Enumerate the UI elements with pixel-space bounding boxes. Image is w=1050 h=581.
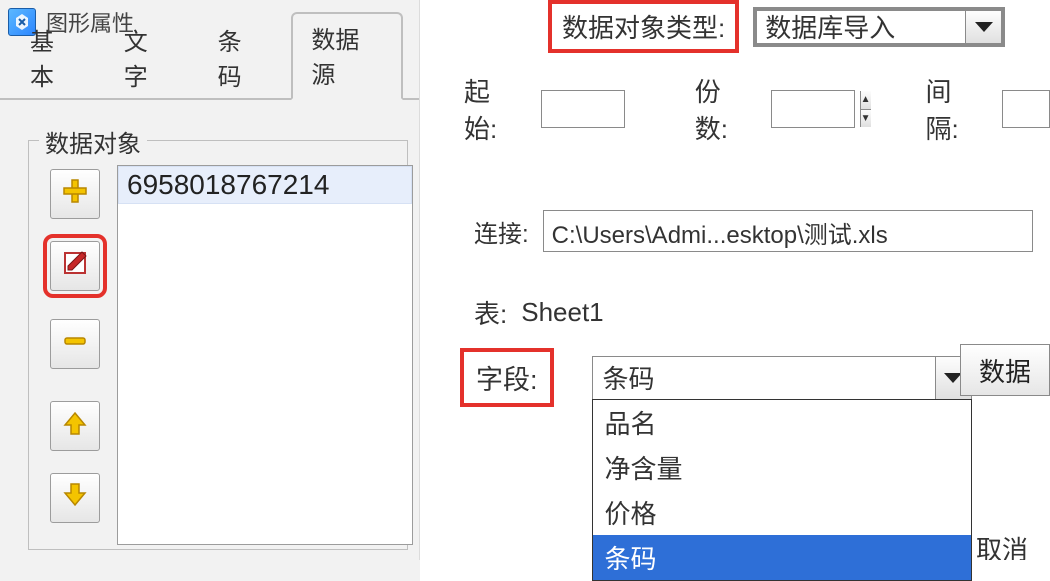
sheet-row: 表: Sheet1 xyxy=(474,294,604,331)
field-select[interactable]: 条码 品名净含量价格条码 xyxy=(592,356,972,400)
copies-spinner[interactable]: ▲ ▼ xyxy=(771,90,855,128)
tab-3[interactable]: 数据源 xyxy=(291,12,403,100)
interval-label: 间隔: xyxy=(925,72,982,146)
sheet-label: 表: xyxy=(474,294,507,331)
edit-button[interactable] xyxy=(50,241,100,291)
up-icon xyxy=(60,408,90,444)
data-object-group-title: 数据对象 xyxy=(39,124,147,159)
dropdown-toggle[interactable] xyxy=(965,11,1001,43)
tabs: 基本文字条码数据源 xyxy=(0,52,419,100)
down-button[interactable] xyxy=(50,473,100,523)
data-object-buttons xyxy=(43,169,107,523)
field-value: 条码 xyxy=(593,359,935,396)
chevron-down-icon xyxy=(975,22,993,32)
field-option[interactable]: 价格 xyxy=(593,490,971,535)
field-option[interactable]: 条码 xyxy=(593,535,971,580)
tab-0[interactable]: 基本 xyxy=(10,14,98,100)
remove-icon xyxy=(60,326,90,362)
data-object-group: 数据对象 6958018767214 xyxy=(28,140,408,550)
interval-input[interactable] xyxy=(1002,90,1050,128)
list-item[interactable]: 6958018767214 xyxy=(118,166,412,204)
connection-path[interactable]: C:\Users\Admi...esktop\测试.xls xyxy=(543,210,1033,252)
left-panel: 图形属性 基本文字条码数据源 数据对象 6958018767214 xyxy=(0,0,420,560)
data-type-value: 数据库导入 xyxy=(757,8,965,45)
numbers-row: 起始: ▲ ▼ 份数: ▲ ▼ 间隔: xyxy=(464,72,1050,146)
field-row: 字段: 条码 品名净含量价格条码 xyxy=(460,348,972,407)
data-type-label: 数据对象类型: xyxy=(548,0,739,53)
data-type-row: 数据对象类型: 数据库导入 xyxy=(548,0,1005,53)
field-option[interactable]: 品名 xyxy=(593,400,971,445)
field-option[interactable]: 净含量 xyxy=(593,445,971,490)
up-button[interactable] xyxy=(50,401,100,451)
field-label: 字段: xyxy=(460,348,554,407)
field-dropdown[interactable]: 品名净含量价格条码 xyxy=(592,399,972,581)
start-spinner[interactable]: ▲ ▼ xyxy=(541,90,625,128)
data-button[interactable]: 数据 xyxy=(960,344,1050,396)
connection-label: 连接: xyxy=(474,214,529,249)
connection-row: 连接: C:\Users\Admi...esktop\测试.xls xyxy=(474,210,1033,252)
start-label: 起始: xyxy=(464,72,521,146)
right-panel: 数据对象类型: 数据库导入 起始: ▲ ▼ 份数: ▲ ▼ 间隔: xyxy=(420,0,1050,560)
add-icon xyxy=(60,176,90,212)
data-object-list[interactable]: 6958018767214 xyxy=(117,165,413,545)
sheet-value: Sheet1 xyxy=(521,297,603,328)
tab-2[interactable]: 条码 xyxy=(198,14,286,100)
copies-label: 份数: xyxy=(695,72,752,146)
data-type-select[interactable]: 数据库导入 xyxy=(753,7,1005,47)
remove-button[interactable] xyxy=(50,319,100,369)
edit-icon xyxy=(60,248,90,284)
add-button[interactable] xyxy=(50,169,100,219)
tab-1[interactable]: 文字 xyxy=(104,14,192,100)
down-icon xyxy=(60,480,90,516)
cancel-button-fragment[interactable]: 取消 xyxy=(976,530,1050,560)
